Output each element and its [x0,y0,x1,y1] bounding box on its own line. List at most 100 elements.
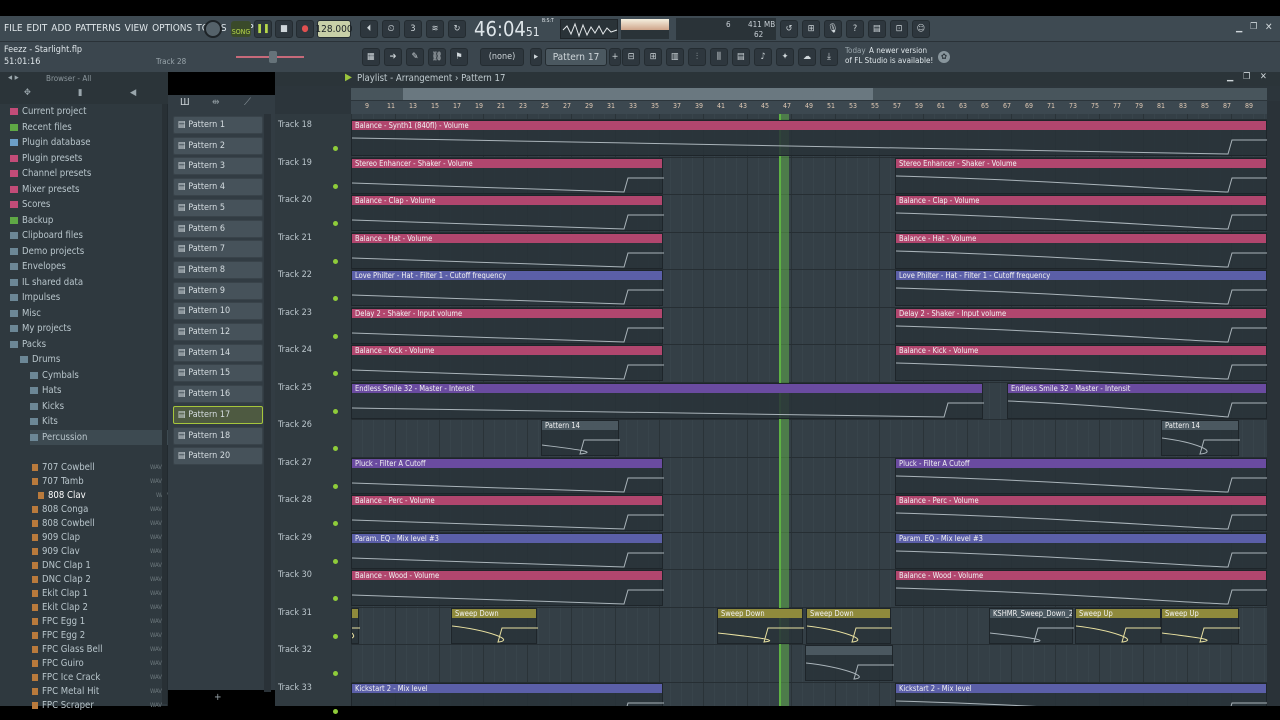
track-mute-led[interactable] [333,633,338,639]
browser-item[interactable]: Envelopes [10,259,66,274]
playlist-clip[interactable]: Pattern 14 [541,420,620,456]
track-label[interactable]: Track 18 [278,120,312,130]
chat-icon[interactable]: ☺ [912,20,930,38]
browser-nav-icon[interactable]: ◂ ▸ [8,73,19,83]
menu-item-add[interactable]: ADD [51,23,71,34]
browser-item[interactable]: Clipboard files [10,228,83,243]
track-mute-led[interactable] [333,708,338,714]
track-mute-led[interactable] [333,146,338,151]
playlist-overview[interactable] [351,88,1267,100]
track-label[interactable]: Track 21 [278,233,312,243]
countdown-icon[interactable]: 3 [404,20,422,38]
browser-file[interactable]: FPC Glass Bell WAV [32,642,164,657]
song-mode-button[interactable]: SONG [231,21,251,37]
help-icon[interactable]: ? [846,20,864,38]
track-label[interactable]: Track 31 [278,608,312,618]
playlist-clip[interactable]: Balance - Synth1 (840fl) - Volume [351,120,1267,156]
playlist-vscroll[interactable] [1267,101,1280,706]
picker-mode-icon[interactable]: Ш [180,97,190,108]
browser-icon[interactable]: ▤ [732,48,750,66]
undo-icon[interactable]: ↺ [780,20,798,38]
playlist-icon[interactable]: ⊞ [644,48,662,66]
playlist-clip[interactable]: KSHMR_Sweep_Down_28 [989,607,1074,644]
menu-item-view[interactable]: VIEW [125,23,148,34]
playlist-clip[interactable]: Balance - Perc - Volume [351,495,664,531]
track-label[interactable]: Track 29 [278,533,312,543]
track-mute-led[interactable] [333,558,338,564]
track-mute-led[interactable] [333,333,338,339]
browser-item[interactable]: Misc [10,306,41,321]
browser-file[interactable]: 808 Cowbell WAV [32,516,164,531]
pattern-add-button[interactable]: + [214,692,222,703]
track-label[interactable]: Track 24 [278,345,312,355]
track-label[interactable]: Track 27 [278,458,312,468]
pitch-knob[interactable] [269,51,277,63]
track-mute-led[interactable] [333,371,338,376]
track-mute-led[interactable] [333,671,338,676]
browser-item[interactable]: Plugin database [10,135,91,150]
pattern-selector[interactable]: Pattern 17 [545,48,607,66]
playlist-clip[interactable]: Sweep Up [1075,607,1162,644]
collapse-icon[interactable]: ✥ [24,88,31,98]
playlist-play-icon[interactable]: ▶ [345,72,352,83]
pattern-item[interactable]: ▤ Pattern 15 [173,364,263,383]
playlist-min-icon[interactable]: ▁ [1227,72,1233,82]
browser-item[interactable]: Scores [10,197,50,212]
menu-item-file[interactable]: FILE [4,23,23,34]
playlist-clip[interactable]: Stereo Enhancer - Shaker - Volume [895,157,1267,194]
stop-button[interactable]: ■ [275,20,293,38]
browser-item[interactable]: IL shared data [10,275,83,290]
browser-item[interactable]: Cymbals [30,368,79,383]
browser-item[interactable]: Backup [10,213,53,228]
cloud-icon[interactable]: ☁ [798,48,816,66]
playlist-clip[interactable]: Balance - Clap - Volume [351,195,664,231]
record-button[interactable]: ● [296,20,314,38]
playlist-clip[interactable]: Balance - Kick - Volume [895,345,1267,381]
arrangement-grid[interactable]: Balance - Synth1 (840fl) - Volume Stereo … [351,114,1267,706]
back-icon[interactable]: ◀ [130,88,136,98]
song-time-display[interactable]: 46:0451 B:S:T [474,17,558,41]
browser-file[interactable]: FPC Egg 2 WAV [32,628,164,643]
update-icon[interactable]: ✿ [938,51,950,63]
master-volume-knob[interactable] [204,20,222,38]
snap-select[interactable]: (none) [480,48,524,66]
tempo-display[interactable]: 128.000 [315,20,353,38]
browser-file[interactable]: FPC Metal Hit WAV [32,684,164,699]
browser-item[interactable]: Mixer presets [10,182,80,197]
browser-file[interactable]: Ekit Clap 1 WAV [32,586,164,601]
browser-scrollbar[interactable] [162,104,167,704]
browser-file[interactable]: FPC Scraper WAV [32,698,164,713]
browser-item[interactable]: Current project [10,104,86,119]
timeline-ruler[interactable]: 9 11 13 15 17 19 21 23 25 27 29 31 33 35 37 39 41 43 45 47 4… [351,101,1267,114]
playlist-clip[interactable]: Pluck - Filter A Cutoff [895,457,1267,494]
playlist-clip[interactable]: Delay 2 - Shaker - Input volume [895,307,1267,344]
playlist-clip[interactable]: Balance - Wood - Volume [351,570,664,606]
browser-file[interactable]: 808 ClavWAV [38,488,170,503]
track-mute-led[interactable] [333,521,338,526]
playlist-clip[interactable]: Sweep Down [451,607,538,644]
picker-split-icon[interactable]: ⇹ [212,97,220,108]
browser-item[interactable]: Kicks [30,399,64,414]
playlist-clip[interactable] [351,607,360,644]
track-mute-led[interactable] [333,296,338,301]
plugin-icon[interactable]: ⊡ [890,20,908,38]
link-icon[interactable]: ⛓ [428,48,446,66]
pause-button[interactable]: ❚❚ [254,20,272,38]
track-mute-led[interactable] [333,221,338,226]
pattern-add-icon[interactable]: + [609,48,621,66]
download-icon[interactable]: ⤓ [820,48,838,66]
track-mute-led[interactable] [333,596,338,601]
playlist-clip[interactable]: Balance - Hat - Volume [351,232,664,269]
picker-tool-icon[interactable]: ⟋ [244,97,251,108]
playlist-clip[interactable]: Sweep Down [717,607,804,644]
overview-window[interactable] [403,88,873,100]
browser-file[interactable]: 909 Clav WAV [32,544,164,559]
track-label[interactable]: Track 22 [278,270,312,280]
track-mute-led[interactable] [333,446,338,451]
pattern-item[interactable]: ▤ Pattern 6 [173,219,263,238]
tag-icon[interactable]: ✦ [776,48,794,66]
browser-item[interactable]: Packs [10,337,46,352]
playlist-clip[interactable]: Sweep Down [806,607,892,644]
playlist-clip[interactable]: Pattern 14 [1161,420,1240,456]
browser-file[interactable]: Ekit Clap 2 WAV [32,600,164,615]
